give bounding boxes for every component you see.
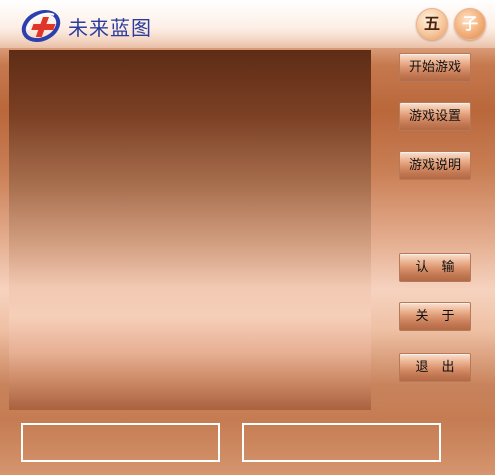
about-button[interactable]: 关于 bbox=[399, 302, 471, 331]
exit-button[interactable]: 退出 bbox=[399, 353, 471, 382]
top-bar: 未来蓝图 五 子 bbox=[0, 0, 495, 48]
game-settings-button[interactable]: 游戏设置 bbox=[399, 102, 471, 131]
player-one-panel bbox=[21, 423, 220, 462]
resign-button[interactable]: 认输 bbox=[399, 253, 471, 282]
badge-wu: 五 bbox=[416, 8, 448, 40]
player-two-panel bbox=[242, 423, 441, 462]
brand-name: 未来蓝图 bbox=[68, 16, 152, 40]
game-board[interactable] bbox=[9, 50, 371, 410]
future-blueprint-logo-icon bbox=[21, 9, 61, 43]
badge-zi: 子 bbox=[454, 8, 486, 40]
game-help-button[interactable]: 游戏说明 bbox=[399, 151, 471, 180]
start-game-button[interactable]: 开始游戏 bbox=[399, 53, 471, 82]
